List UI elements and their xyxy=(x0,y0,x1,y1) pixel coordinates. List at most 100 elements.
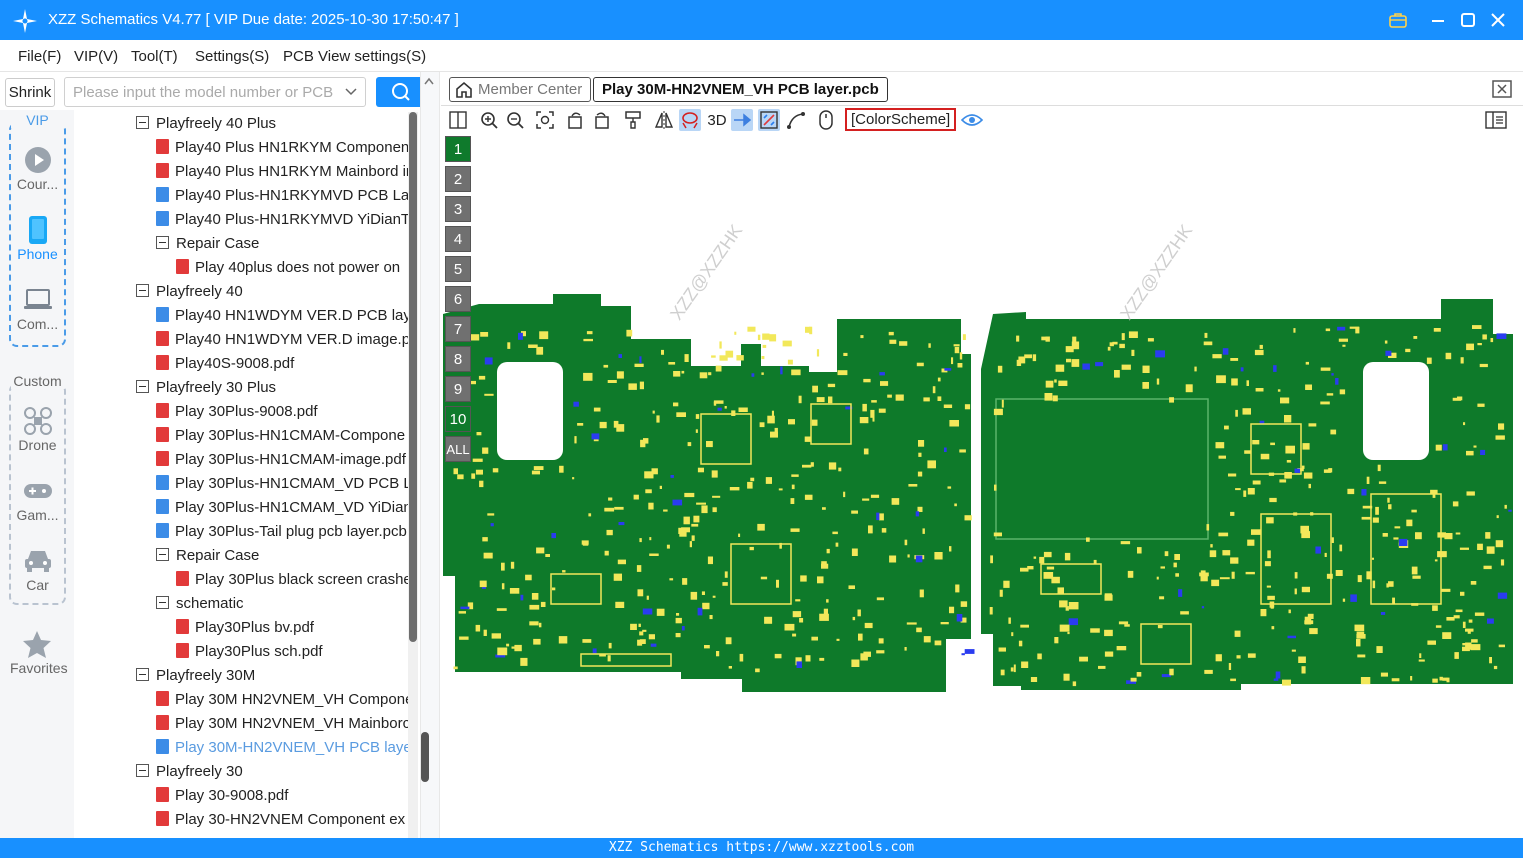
pcb-pad[interactable] xyxy=(1121,333,1125,341)
pcb-pad[interactable] xyxy=(906,622,917,625)
pcb-pad[interactable] xyxy=(668,362,676,365)
scroll-up-icon[interactable] xyxy=(423,76,435,86)
pcb-pad[interactable] xyxy=(507,342,511,349)
pcb-pad[interactable] xyxy=(1033,556,1037,559)
pcb-pad[interactable] xyxy=(826,548,830,554)
trace-icon[interactable] xyxy=(785,109,807,131)
pcb-pad[interactable] xyxy=(644,471,654,479)
tree-file[interactable]: Play 30-9008.pdf xyxy=(156,784,288,808)
pcb-pad[interactable] xyxy=(1462,621,1466,628)
mirror-icon[interactable] xyxy=(653,109,675,131)
pcb-pad[interactable] xyxy=(957,363,963,368)
pcb-pad[interactable] xyxy=(1371,557,1374,560)
tree-file[interactable]: Play30Plus bv.pdf xyxy=(176,616,314,640)
pcb-pad[interactable] xyxy=(1231,378,1238,386)
pcb-pad[interactable] xyxy=(749,546,754,551)
pcb-pad[interactable] xyxy=(459,636,469,640)
tree-folder[interactable]: Playfreely 30 Plus xyxy=(136,376,276,400)
pcb-pad[interactable] xyxy=(1260,609,1267,617)
pcb-pad[interactable] xyxy=(582,639,592,643)
pcb-pad[interactable] xyxy=(1508,509,1512,512)
pcb-pad[interactable] xyxy=(851,659,860,668)
pcb-pad[interactable] xyxy=(1107,346,1111,351)
pcb-pad[interactable] xyxy=(1264,561,1271,567)
split-view-icon[interactable] xyxy=(447,109,469,131)
pcb-pad[interactable] xyxy=(1338,338,1348,342)
pcb-pad[interactable] xyxy=(871,400,877,403)
pcb-pad[interactable] xyxy=(1382,533,1388,537)
pcb-pad[interactable] xyxy=(1498,644,1505,648)
tree-file[interactable]: Play 30M HN2VNEM_VH Compone xyxy=(156,688,408,712)
pcb-pad[interactable] xyxy=(1378,481,1387,484)
pcb-pad[interactable] xyxy=(887,394,892,398)
pcb-pad[interactable] xyxy=(702,602,710,610)
pcb-pad[interactable] xyxy=(1495,435,1505,440)
pcb-pad[interactable] xyxy=(1277,389,1281,392)
pcb-pad[interactable] xyxy=(592,648,597,654)
pcb-pad[interactable] xyxy=(1356,634,1366,639)
pcb-pad[interactable] xyxy=(606,529,613,536)
pcb-pad[interactable] xyxy=(1339,389,1346,395)
pcb-pad[interactable] xyxy=(1305,361,1309,365)
pcb-pad[interactable] xyxy=(1472,325,1482,329)
pcb-pad[interactable] xyxy=(618,354,623,358)
pcb-pad[interactable] xyxy=(1020,624,1029,628)
pcb-pad[interactable] xyxy=(695,414,700,419)
pcb-pad[interactable] xyxy=(574,436,577,444)
pcb-pad[interactable] xyxy=(1156,576,1159,580)
pcb-pad[interactable] xyxy=(1063,673,1070,681)
pcb-pad[interactable] xyxy=(1236,655,1241,659)
pcb-pad[interactable] xyxy=(1430,489,1438,494)
pcb-pad[interactable] xyxy=(891,498,900,505)
pcb-pad[interactable] xyxy=(1267,550,1271,559)
pcb-pad[interactable] xyxy=(918,440,925,447)
pcb-pad[interactable] xyxy=(1279,479,1287,483)
pcb-pad[interactable] xyxy=(520,594,524,601)
nav-courses[interactable]: Cour... xyxy=(11,144,64,192)
pcb-pad[interactable] xyxy=(1169,397,1174,403)
pcb-view-icon[interactable] xyxy=(758,109,780,131)
pcb-pad[interactable] xyxy=(1255,388,1264,392)
pcb-pad[interactable] xyxy=(1361,489,1367,496)
pcb-pad[interactable] xyxy=(533,466,544,470)
pcb-pad[interactable] xyxy=(838,467,842,472)
pcb-pad[interactable] xyxy=(470,334,480,341)
pcb-pad[interactable] xyxy=(964,404,971,410)
pcb-pad[interactable] xyxy=(583,372,593,381)
pcb-pad[interactable] xyxy=(1024,354,1032,359)
pcb-pad[interactable] xyxy=(1335,570,1343,576)
pcb-pad[interactable] xyxy=(639,356,642,363)
pcb-pad[interactable] xyxy=(729,487,740,491)
pcb-pad[interactable] xyxy=(697,467,704,473)
pcb-pad[interactable] xyxy=(787,359,793,365)
pcb-pad[interactable] xyxy=(899,341,908,346)
pcb-pad[interactable] xyxy=(656,415,660,423)
pcb-pad[interactable] xyxy=(1471,639,1478,643)
pcb-pad[interactable] xyxy=(661,349,664,355)
pcb-pad[interactable] xyxy=(964,515,972,521)
pcb-pad[interactable] xyxy=(1216,375,1226,384)
pcb-pad[interactable] xyxy=(1203,341,1213,346)
pcb-pad[interactable] xyxy=(687,442,692,447)
pcb-pad[interactable] xyxy=(1309,628,1318,635)
pcb-pad[interactable] xyxy=(917,471,923,477)
pcb-pad[interactable] xyxy=(1000,669,1005,676)
pcb-pad[interactable] xyxy=(707,556,713,565)
vip-badge-icon[interactable] xyxy=(1386,8,1410,32)
pcb-pad[interactable] xyxy=(682,578,688,585)
pcb-pad[interactable] xyxy=(1470,644,1481,651)
pcb-pad[interactable] xyxy=(607,380,617,383)
pcb-pad[interactable] xyxy=(1016,335,1020,342)
pcb-pad[interactable] xyxy=(1280,397,1290,404)
pcb-pad[interactable] xyxy=(876,512,880,521)
pcb-pad[interactable] xyxy=(1284,415,1292,423)
pcb-pad[interactable] xyxy=(1104,651,1114,657)
tree-file[interactable]: Play 30Plus-HN1CMAM-Compone xyxy=(156,424,405,448)
pcb-pad[interactable] xyxy=(1300,525,1309,534)
pcb-pad[interactable] xyxy=(811,419,818,426)
tree-file[interactable]: Play40 Plus HN1RKYM Mainbord in xyxy=(156,160,408,184)
tree-file[interactable]: Play 30M HN2VNEM_VH Mainborc xyxy=(156,712,408,736)
pcb-pad[interactable] xyxy=(784,623,795,631)
pcb-pad[interactable] xyxy=(1068,618,1078,626)
nav-car[interactable]: Car xyxy=(11,545,64,593)
